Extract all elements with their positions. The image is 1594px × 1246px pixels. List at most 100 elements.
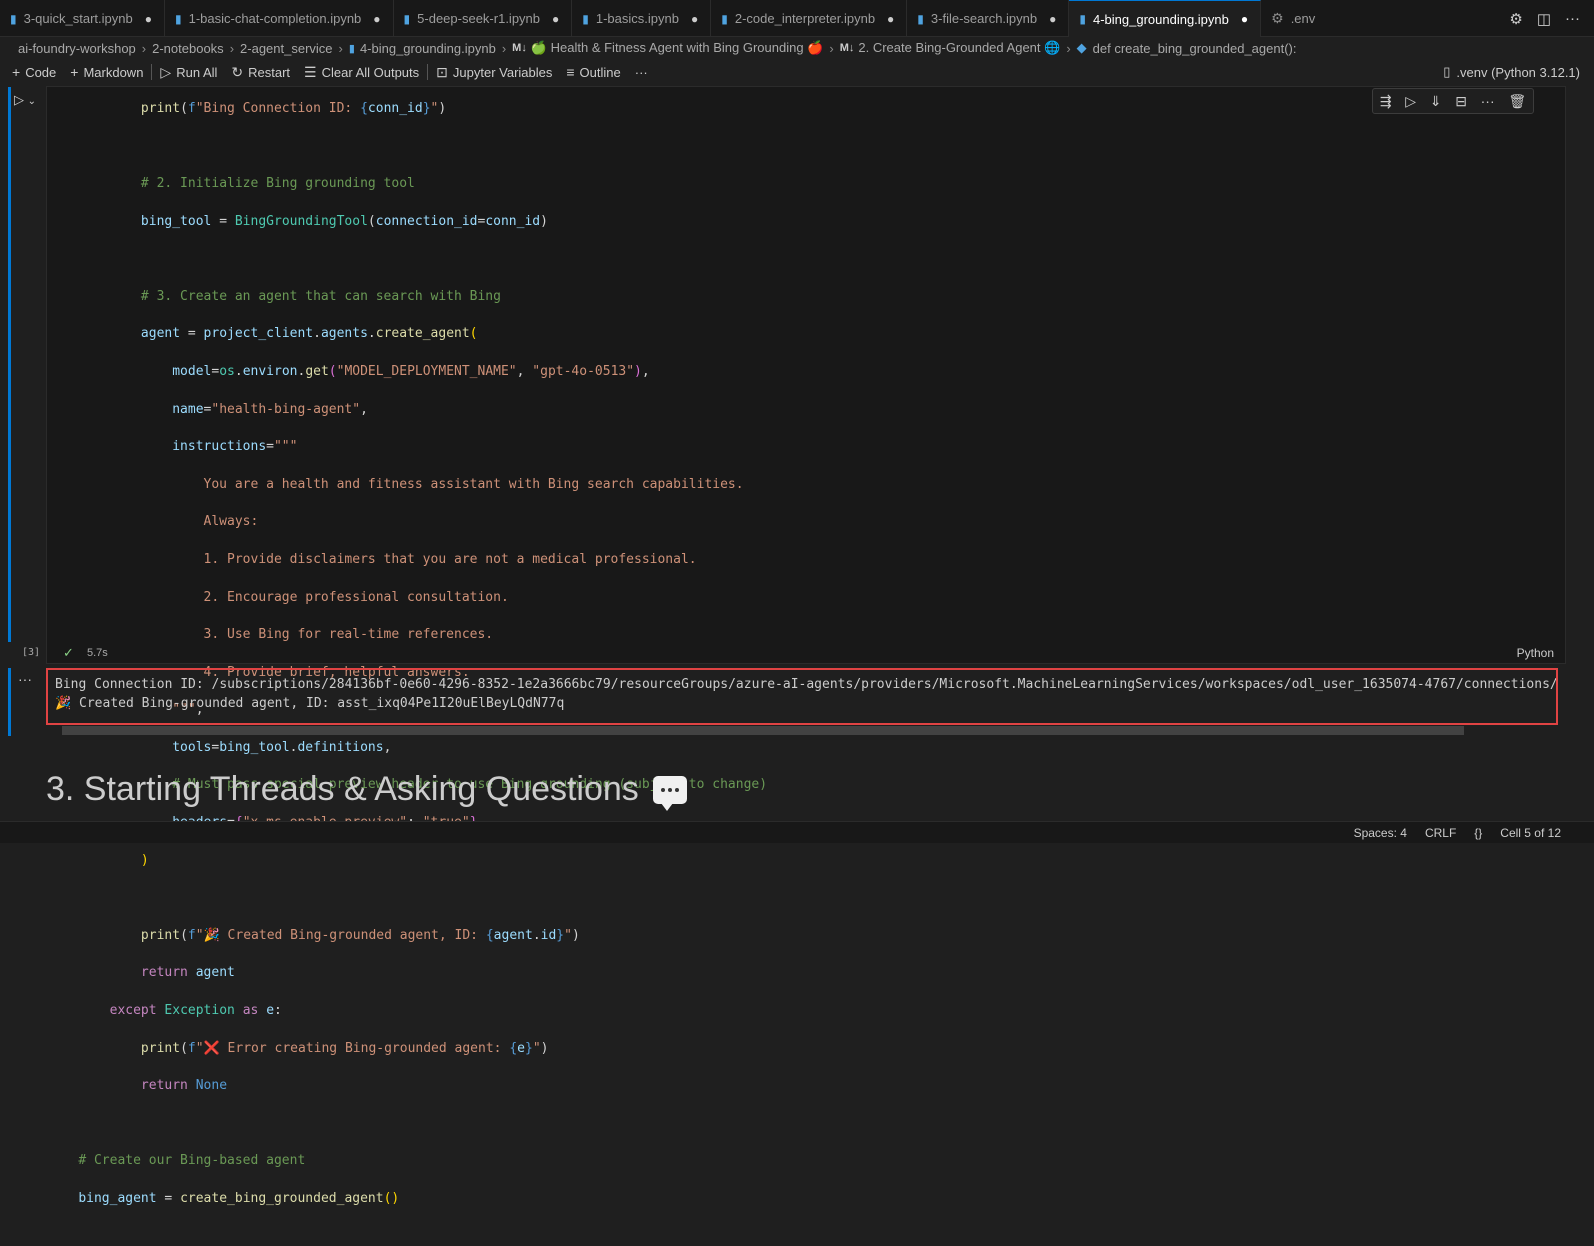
toolbar-divider bbox=[427, 64, 429, 80]
execute-above-icon[interactable]: ▷ bbox=[1405, 93, 1416, 110]
language-braces-icon[interactable]: {} bbox=[1474, 826, 1482, 840]
plus-icon: + bbox=[12, 64, 21, 80]
heading-text: 3. Starting Threads & Asking Questions bbox=[46, 770, 639, 808]
chevron-right-icon: › bbox=[1066, 40, 1071, 56]
markdown-heading: 3. Starting Threads & Asking Questions bbox=[46, 770, 687, 811]
tab-label: 3-file-search.ipynb bbox=[930, 11, 1038, 26]
breadcrumb-item[interactable]: 2-agent_service bbox=[240, 41, 333, 56]
modified-dot-icon[interactable]: ● bbox=[1049, 12, 1056, 26]
breadcrumb-section[interactable]: 2. Create Bing-Grounded Agent 🌐 bbox=[858, 40, 1060, 56]
breadcrumb: ai-foundry-workshop › 2-notebooks › 2-ag… bbox=[0, 37, 1594, 59]
breadcrumb-item[interactable]: ai-foundry-workshop bbox=[18, 41, 136, 56]
kernel-picker[interactable]: ▯ .venv (Python 3.12.1) bbox=[1443, 59, 1580, 85]
run-all-button[interactable]: ▷ Run All bbox=[160, 64, 217, 81]
outline-label: Outline bbox=[579, 64, 621, 80]
toolbar-divider bbox=[151, 64, 153, 80]
code-content[interactable]: print(f"Bing Connection ID: {conn_id}") … bbox=[47, 81, 767, 1246]
modified-dot-icon[interactable]: ● bbox=[691, 12, 698, 26]
run-all-icon: ▷ bbox=[160, 63, 172, 80]
tab-5-deep-seek-r1[interactable]: ▮ 5-deep-seek-r1.ipynb ● bbox=[394, 0, 573, 37]
chevron-down-icon: ⌄ bbox=[27, 96, 36, 107]
tab-2-code-interpreter[interactable]: ▮ 2-code_interpreter.ipynb ● bbox=[711, 0, 908, 37]
notebook-icon: ▮ bbox=[721, 11, 728, 26]
notebook-icon: ▮ bbox=[917, 11, 924, 26]
tab-label: 1-basics.ipynb bbox=[595, 11, 679, 26]
cell-language[interactable]: Python bbox=[1517, 646, 1554, 660]
modified-dot-icon[interactable]: ● bbox=[1241, 12, 1248, 26]
tab-label: .env bbox=[1290, 11, 1316, 26]
tab-1-basic-chat-completion[interactable]: ▮ 1-basic-chat-completion.ipynb ● bbox=[165, 0, 394, 37]
add-markdown-label: Markdown bbox=[83, 64, 144, 80]
output-line: 🎉 Created Bing-grounded agent, ID: asst_… bbox=[55, 696, 565, 711]
jupyter-variables-button[interactable]: ⊡ Jupyter Variables bbox=[436, 64, 552, 81]
modified-dot-icon[interactable]: ● bbox=[552, 12, 559, 26]
plus-icon: + bbox=[70, 64, 79, 80]
clear-outputs-icon: ☰ bbox=[304, 63, 317, 80]
output-horizontal-scrollbar[interactable] bbox=[62, 726, 1464, 735]
modified-dot-icon[interactable]: ● bbox=[373, 12, 380, 26]
cell-status-bar: [3] ✓ 5.7s Python bbox=[0, 645, 1594, 663]
python-icon: ◆ bbox=[1076, 40, 1087, 55]
tab-3-quick-start[interactable]: ▮ 3-quick_start.ipynb ● bbox=[0, 0, 165, 37]
add-markdown-button[interactable]: + Markdown bbox=[70, 64, 143, 80]
notebook-icon: ▮ bbox=[403, 11, 411, 26]
chevron-right-icon: › bbox=[829, 40, 834, 56]
breadcrumb-function[interactable]: def create_bing_grounded_agent(): bbox=[1093, 41, 1297, 56]
clear-all-outputs-button[interactable]: ☰ Clear All Outputs bbox=[304, 64, 419, 81]
cell-toolbar: ⇶ ▷ ⇓ ⊟ ··· 🗑 bbox=[1372, 88, 1534, 114]
execution-time: 5.7s bbox=[87, 647, 108, 659]
tab-3-file-search[interactable]: ▮ 3-file-search.ipynb ● bbox=[907, 0, 1070, 37]
tab-4-bing-grounding[interactable]: ▮ 4-bing_grounding.ipynb ● bbox=[1069, 0, 1262, 37]
tab-label: 2-code_interpreter.ipynb bbox=[734, 11, 876, 26]
chevron-right-icon: › bbox=[141, 40, 147, 56]
code-cell-editor[interactable]: print(f"Bing Connection ID: {conn_id}") … bbox=[46, 86, 1566, 1206]
breadcrumb-section[interactable]: 🍏 Health & Fitness Agent with Bing Groun… bbox=[531, 40, 824, 56]
success-check-icon: ✓ bbox=[63, 645, 74, 660]
run-by-line-icon[interactable]: ⇶ bbox=[1380, 93, 1392, 110]
more-toolbar-button[interactable]: ··· bbox=[635, 65, 648, 80]
tab-env[interactable]: ⚙ .env bbox=[1261, 0, 1327, 37]
add-code-label: Code bbox=[25, 64, 57, 80]
modified-dot-icon[interactable]: ● bbox=[887, 12, 894, 26]
restart-button[interactable]: ↻ Restart bbox=[231, 64, 290, 81]
modified-dot-icon[interactable]: ● bbox=[145, 12, 152, 26]
tab-1-basics[interactable]: ▮ 1-basics.ipynb ● bbox=[572, 0, 712, 37]
outline-button[interactable]: ≡ Outline bbox=[566, 64, 620, 80]
cell-output[interactable]: Bing Connection ID: /subscriptions/28413… bbox=[46, 668, 1558, 725]
split-editor-icon[interactable]: ◫ bbox=[1537, 10, 1551, 28]
tab-label: 3-quick_start.ipynb bbox=[23, 11, 133, 26]
more-actions-icon[interactable]: ··· bbox=[1565, 10, 1580, 27]
tab-actions: ⚙ ◫ ··· bbox=[1509, 0, 1594, 37]
variables-icon: ⊡ bbox=[436, 63, 448, 80]
chevron-right-icon: › bbox=[229, 40, 235, 56]
restart-label: Restart bbox=[248, 64, 291, 80]
notebook-icon: ▮ bbox=[348, 42, 355, 55]
execute-below-icon[interactable]: ⇓ bbox=[1430, 93, 1442, 110]
add-code-button[interactable]: + Code bbox=[12, 64, 56, 80]
notebook-icon: ▮ bbox=[1079, 12, 1086, 26]
chevron-right-icon: › bbox=[338, 40, 343, 56]
more-cell-actions-icon[interactable]: ··· bbox=[1481, 93, 1495, 109]
run-cell-button[interactable]: ▷ ⌄ bbox=[14, 92, 36, 108]
output-line: Bing Connection ID: /subscriptions/28413… bbox=[55, 677, 1558, 692]
breadcrumb-item[interactable]: 2-notebooks bbox=[152, 41, 224, 56]
delete-cell-icon[interactable]: 🗑 bbox=[1508, 93, 1526, 110]
gear-icon: ⚙ bbox=[1271, 10, 1284, 26]
notebook-icon: ▮ bbox=[174, 11, 182, 26]
breadcrumb-item[interactable]: 4-bing_grounding.ipynb bbox=[360, 41, 496, 56]
eol-status[interactable]: CRLF bbox=[1425, 826, 1456, 840]
clear-outputs-label: Clear All Outputs bbox=[321, 64, 420, 80]
settings-gear-icon[interactable]: ⚙ bbox=[1509, 10, 1522, 28]
speech-bubble-icon bbox=[652, 775, 687, 811]
restart-icon: ↻ bbox=[231, 63, 244, 80]
outline-icon: ≡ bbox=[566, 64, 575, 80]
output-actions-icon[interactable]: ··· bbox=[18, 671, 32, 687]
chevron-right-icon: › bbox=[501, 40, 507, 56]
cell-focus-indicator bbox=[8, 87, 11, 642]
markdown-icon: M↓ bbox=[512, 42, 527, 54]
indentation-status[interactable]: Spaces: 4 bbox=[1354, 826, 1407, 840]
tab-label: 4-bing_grounding.ipynb bbox=[1092, 11, 1229, 27]
cell-position-status[interactable]: Cell 5 of 12 bbox=[1500, 826, 1561, 840]
tab-label: 5-deep-seek-r1.ipynb bbox=[417, 11, 541, 26]
split-cell-icon[interactable]: ⊟ bbox=[1455, 93, 1467, 110]
